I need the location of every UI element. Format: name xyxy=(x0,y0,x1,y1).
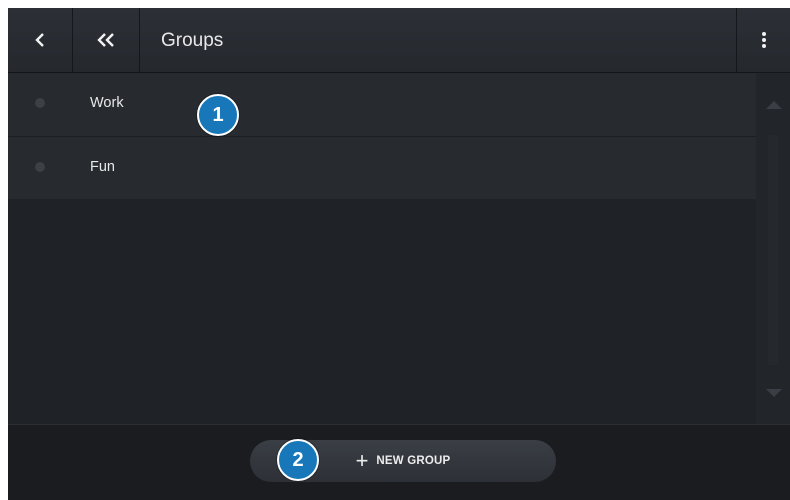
list-item[interactable]: Fun xyxy=(8,137,756,199)
status-dot-icon xyxy=(35,162,45,172)
list-item-label: Fun xyxy=(90,159,115,175)
groups-screen: Groups Work Fun + NEW GROUP 1 2 xyxy=(8,8,790,500)
double-chevron-left-icon xyxy=(97,33,114,47)
group-list: Work Fun xyxy=(8,73,756,424)
footer-bar: + NEW GROUP xyxy=(8,424,790,500)
list-item-label: Work xyxy=(90,95,124,111)
page-title: Groups xyxy=(161,30,224,51)
scroll-track[interactable] xyxy=(768,135,778,365)
header-bar: Groups xyxy=(8,8,790,73)
home-button[interactable] xyxy=(73,8,139,72)
more-menu-button[interactable] xyxy=(737,8,790,72)
header-divider xyxy=(139,8,140,72)
callout-badge-2: 2 xyxy=(277,439,319,481)
list-scrollbar[interactable] xyxy=(756,73,790,424)
new-group-label: NEW GROUP xyxy=(376,455,451,467)
kebab-menu-icon xyxy=(761,32,766,48)
scroll-up-icon[interactable] xyxy=(766,101,782,109)
plus-icon: + xyxy=(355,448,369,473)
back-button[interactable] xyxy=(8,8,72,72)
callout-badge-1: 1 xyxy=(197,94,239,136)
scroll-down-icon[interactable] xyxy=(766,389,782,397)
status-dot-icon xyxy=(35,98,45,108)
chevron-left-icon xyxy=(35,33,44,47)
list-item[interactable]: Work xyxy=(8,73,756,137)
